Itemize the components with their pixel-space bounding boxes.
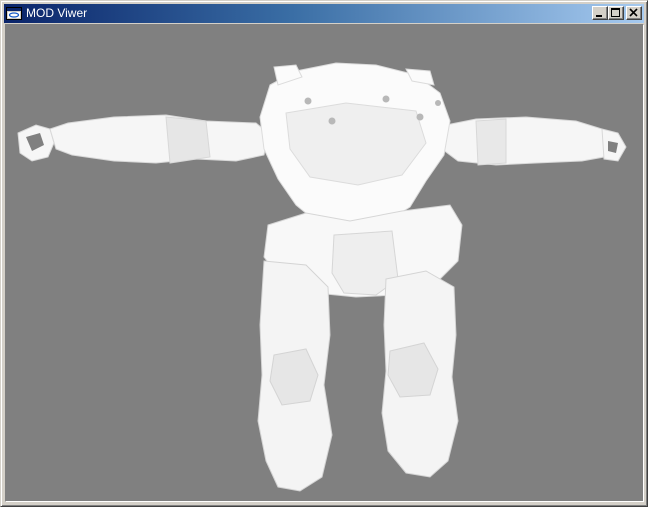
robot-left-leg bbox=[257, 260, 333, 492]
window-title: MOD Viwer bbox=[26, 6, 88, 20]
title-bar[interactable]: MOD Viwer bbox=[4, 4, 644, 23]
minimize-icon bbox=[596, 15, 602, 17]
maximize-icon bbox=[611, 8, 620, 17]
mod-viewer-window: MOD Viwer bbox=[0, 0, 648, 507]
robot-model-render bbox=[6, 25, 643, 501]
maximize-button[interactable] bbox=[608, 6, 624, 20]
robot-right-leg bbox=[381, 270, 459, 478]
app-window-icon[interactable] bbox=[6, 6, 22, 21]
close-icon bbox=[629, 8, 638, 17]
3d-viewport[interactable] bbox=[5, 24, 644, 502]
minimize-button[interactable] bbox=[592, 6, 608, 20]
close-button[interactable] bbox=[626, 6, 642, 20]
